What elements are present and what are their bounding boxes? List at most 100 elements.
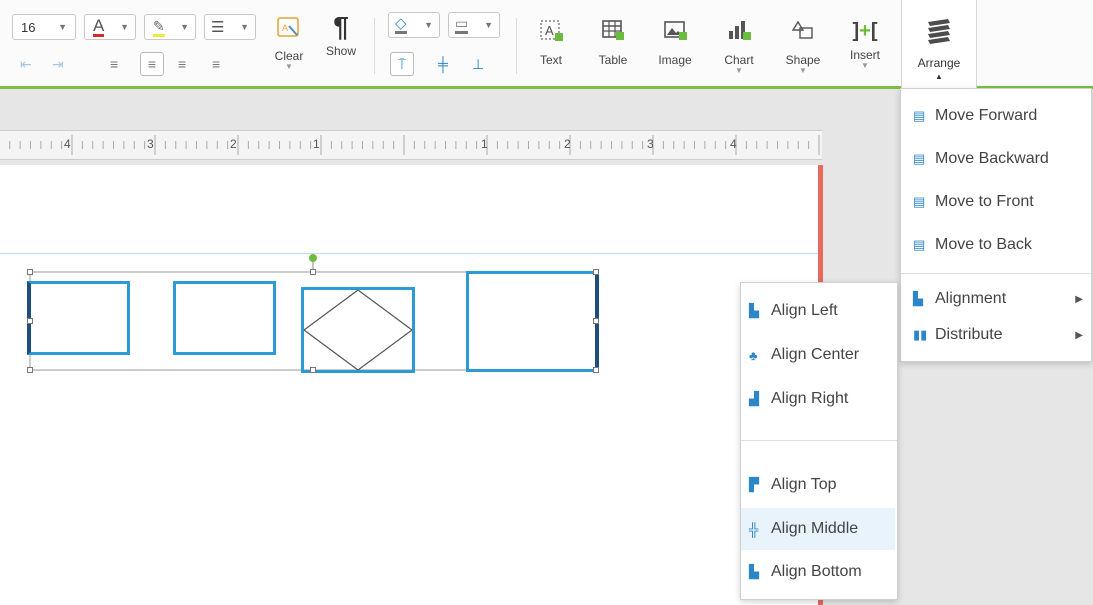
text-button[interactable]: A Text bbox=[524, 18, 578, 67]
font-size-value: 16 bbox=[21, 19, 36, 35]
menu-item-label: Move Forward bbox=[935, 107, 1038, 124]
menu-item-label: Align Center bbox=[771, 346, 860, 363]
resize-handle[interactable] bbox=[310, 269, 316, 275]
menu-item-align-left[interactable]: ▙ Align Left bbox=[741, 296, 897, 326]
chevron-right-icon: ▶ bbox=[1075, 329, 1083, 341]
valign-top-icon[interactable]: ⍑ bbox=[390, 52, 414, 76]
rectangle-shape[interactable] bbox=[27, 281, 130, 355]
menu-divider bbox=[741, 440, 897, 441]
menu-item-align-bottom[interactable]: ▙ Align Bottom bbox=[741, 557, 897, 587]
table-icon bbox=[602, 20, 624, 40]
text-label: Text bbox=[539, 53, 562, 67]
menu-item-align-center[interactable]: ♣ Align Center bbox=[741, 340, 897, 370]
ruler-label: 4 bbox=[64, 137, 71, 151]
font-size-select[interactable]: 16 ▼ bbox=[12, 14, 76, 40]
clear-format-icon: A bbox=[277, 17, 299, 37]
pilcrow-icon: ¶ bbox=[333, 11, 349, 42]
svg-text:A: A bbox=[545, 23, 554, 38]
line-color-button[interactable]: ▭ ▼ bbox=[448, 12, 500, 38]
menu-item-move-forward[interactable]: ▤ Move Forward bbox=[901, 101, 1091, 131]
move-to-back-icon: ▤ bbox=[913, 237, 926, 252]
resize-handle[interactable] bbox=[593, 367, 599, 373]
chart-button[interactable]: Chart ▼ bbox=[712, 18, 766, 75]
text-box-icon: A bbox=[540, 20, 563, 41]
valign-middle-icon[interactable]: ╪ bbox=[438, 56, 448, 72]
insert-button[interactable]: ]+[ Insert ▼ bbox=[838, 18, 892, 70]
rectangle-shape[interactable] bbox=[466, 271, 599, 372]
shape-button[interactable]: Shape ▼ bbox=[776, 18, 830, 75]
alignment-submenu: ▙ Align Left ♣ Align Center ▟ Align Righ… bbox=[740, 282, 898, 600]
menu-item-alignment[interactable]: ▙ Alignment ▶ bbox=[901, 285, 1091, 313]
image-icon bbox=[664, 21, 687, 40]
ruler-ticks bbox=[9, 135, 820, 155]
highlight-button[interactable]: ✎ ▼ bbox=[144, 14, 196, 40]
chevron-right-icon: ▶ bbox=[1075, 293, 1083, 305]
menu-item-align-right[interactable]: ▟ Align Right bbox=[741, 384, 897, 414]
chevron-down-icon: ▼ bbox=[240, 22, 249, 32]
chevron-down-icon: ▼ bbox=[120, 22, 129, 32]
valign-bottom-icon[interactable]: ⊥ bbox=[472, 56, 484, 73]
menu-item-distribute[interactable]: ▮▮ Distribute ▶ bbox=[901, 321, 1091, 349]
clear-button[interactable]: A Clear ▼ bbox=[262, 14, 316, 71]
arrange-menu: ▤ Move Forward ▤ Move Backward ▤ Move to… bbox=[900, 88, 1092, 362]
chart-icon bbox=[729, 21, 751, 40]
svg-text:A: A bbox=[282, 23, 288, 33]
menu-item-label: Distribute bbox=[935, 326, 1003, 343]
rotate-handle bbox=[309, 254, 317, 262]
table-button[interactable]: Table bbox=[586, 18, 640, 67]
align-text-center-icon[interactable]: ≡ bbox=[140, 52, 164, 76]
diamond-shape[interactable] bbox=[301, 287, 415, 373]
align-text-justify-icon[interactable]: ≡ bbox=[212, 56, 220, 72]
clear-label: Clear bbox=[274, 49, 304, 63]
chevron-down-icon: ▼ bbox=[180, 22, 189, 32]
ruler-label: 2 bbox=[564, 137, 571, 151]
image-button[interactable]: Image bbox=[648, 18, 702, 67]
resize-handle[interactable] bbox=[27, 269, 33, 275]
resize-handle[interactable] bbox=[593, 318, 599, 324]
paint-bucket-icon: ◇ bbox=[395, 15, 407, 34]
resize-handle[interactable] bbox=[310, 367, 316, 373]
chevron-down-icon: ▼ bbox=[58, 22, 67, 32]
chevron-down-icon: ▼ bbox=[484, 20, 493, 30]
toolbar-divider bbox=[374, 18, 375, 74]
menu-item-label: Align Middle bbox=[771, 520, 859, 537]
chevron-down-icon: ▼ bbox=[799, 66, 807, 75]
toolbar-divider bbox=[516, 18, 517, 74]
chart-label: Chart bbox=[724, 53, 754, 67]
shape-icon bbox=[791, 20, 813, 39]
menu-item-label: Align Left bbox=[771, 302, 838, 319]
menu-divider bbox=[901, 273, 1091, 274]
table-label: Table bbox=[598, 53, 628, 67]
chevron-down-icon: ▼ bbox=[735, 66, 743, 75]
resize-handle[interactable] bbox=[27, 367, 33, 373]
menu-item-move-to-front[interactable]: ▤ Move to Front bbox=[901, 187, 1091, 217]
chevron-down-icon: ▼ bbox=[861, 61, 869, 70]
rectangle-shape[interactable] bbox=[173, 281, 276, 355]
menu-item-move-backward[interactable]: ▤ Move Backward bbox=[901, 144, 1091, 174]
highlighter-icon: ✎ bbox=[153, 18, 165, 37]
menu-item-align-top[interactable]: ▛ Align Top bbox=[741, 470, 897, 500]
ruler-label: 2 bbox=[230, 137, 237, 151]
menu-item-label: Move to Back bbox=[935, 236, 1032, 253]
align-text-right-icon[interactable]: ≡ bbox=[178, 56, 186, 72]
resize-handle[interactable] bbox=[593, 269, 599, 275]
image-label: Image bbox=[658, 53, 692, 67]
ruler-label: 1 bbox=[313, 137, 320, 151]
arrange-button[interactable]: Arrange ▲ bbox=[901, 0, 977, 88]
fill-color-button[interactable]: ◇ ▼ bbox=[388, 12, 440, 38]
line-style-icon: ▭ bbox=[455, 16, 469, 34]
menu-item-align-middle[interactable]: ╬ Align Middle bbox=[741, 508, 895, 550]
resize-handle[interactable] bbox=[27, 318, 33, 324]
increase-indent-icon[interactable]: ⇥ bbox=[52, 56, 64, 73]
horizontal-ruler: 4 3 2 1 1 2 3 4 bbox=[0, 130, 822, 160]
show-button[interactable]: ¶ Show bbox=[314, 11, 368, 59]
menu-item-label: Align Right bbox=[771, 390, 849, 407]
menu-item-move-to-back[interactable]: ▤ Move to Back bbox=[901, 230, 1091, 260]
bullet-list-icon: ☰ bbox=[211, 19, 225, 36]
layers-icon bbox=[928, 19, 950, 44]
insert-label: Insert bbox=[849, 48, 880, 62]
font-color-button[interactable]: A ▼ bbox=[84, 14, 136, 40]
list-button[interactable]: ☰ ▼ bbox=[204, 14, 256, 40]
decrease-indent-icon[interactable]: ⇤ bbox=[20, 56, 32, 73]
align-text-left-icon[interactable]: ≡ bbox=[110, 56, 118, 72]
